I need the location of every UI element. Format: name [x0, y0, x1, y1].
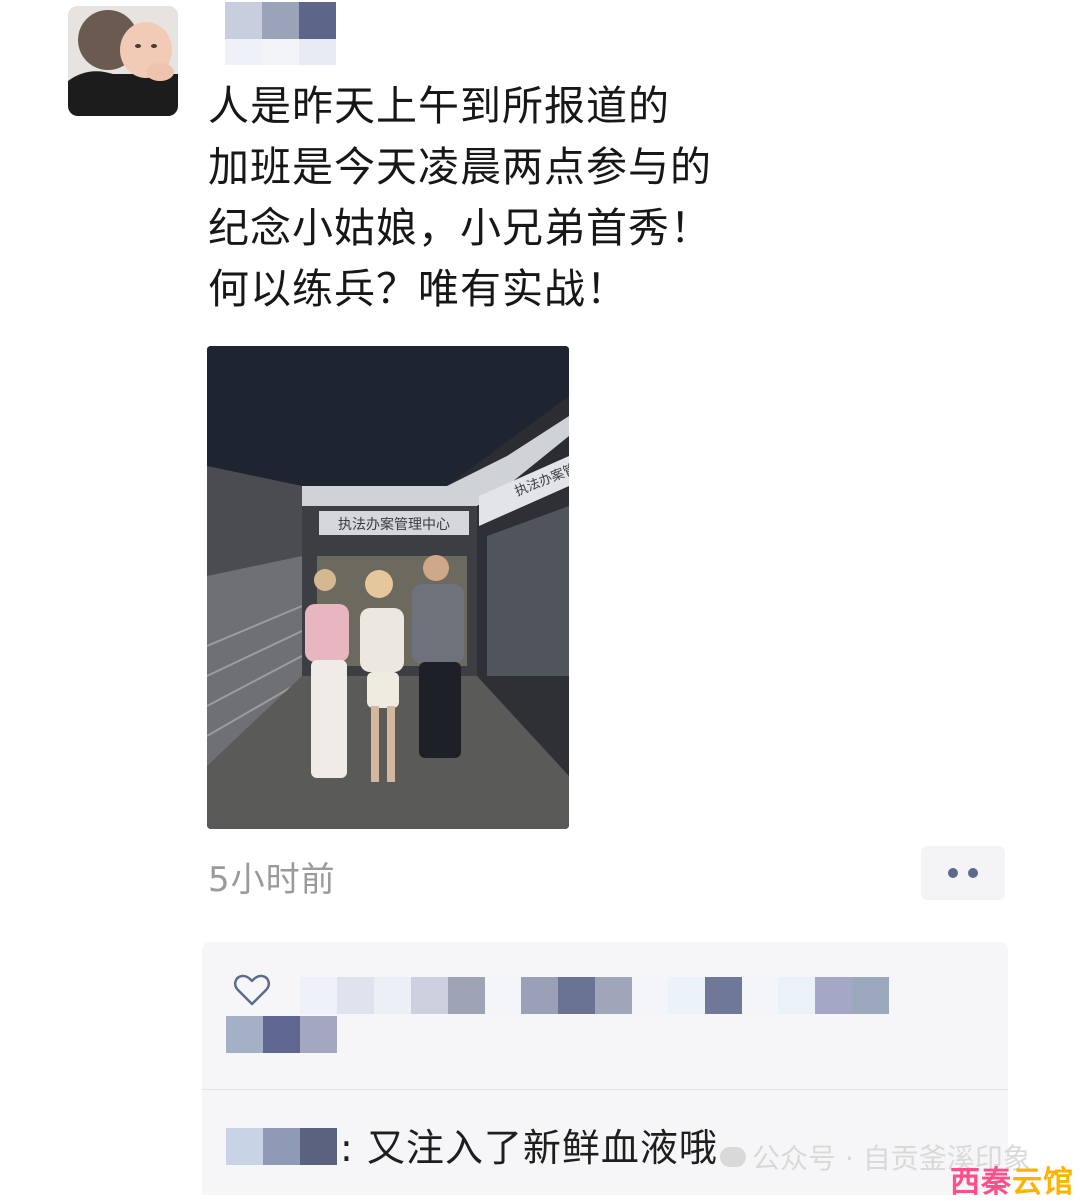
- site-logo: 西秦云馆: [950, 1165, 1074, 1200]
- post-photo[interactable]: 执法办案管理中心 执法办案管理中: [207, 346, 569, 829]
- author-name-mosaic[interactable]: [225, 2, 336, 39]
- wechat-official-account-icon: [720, 1147, 746, 1167]
- avatar-image: [68, 6, 178, 116]
- person-man: [412, 555, 464, 758]
- divider: [202, 1089, 1008, 1090]
- photo-illustration: 执法办案管理中心 执法办案管理中: [207, 346, 569, 829]
- post-line: 纪念小姑娘，小兄弟首秀！: [208, 204, 712, 252]
- liked-by-names-mosaic[interactable]: [226, 1016, 337, 1053]
- post-text: 人是昨天上午到所报道的 加班是今天凌晨两点参与的 纪念小姑娘，小兄弟首秀！ 何以…: [208, 76, 828, 320]
- post-time: 5小时前: [208, 860, 336, 900]
- post-line: 何以练兵？唯有实战！: [208, 265, 628, 313]
- more-dots-icon: [948, 868, 958, 878]
- more-dots-icon: [968, 868, 978, 878]
- post-line: 加班是今天凌晨两点参与的: [208, 143, 712, 191]
- liked-by-names-mosaic[interactable]: [300, 977, 889, 1014]
- sign-left: 执法办案管理中心: [338, 516, 450, 533]
- heart-outline-icon: [234, 974, 270, 1006]
- commenter-name-mosaic[interactable]: [226, 1128, 337, 1165]
- author-name-mosaic-shadow: [225, 39, 336, 65]
- post-line: 人是昨天上午到所报道的: [208, 82, 670, 130]
- author-avatar[interactable]: [68, 6, 178, 116]
- more-options-button[interactable]: [921, 846, 1005, 900]
- comment-text[interactable]: : 又注入了新鲜血液哦: [340, 1117, 718, 1172]
